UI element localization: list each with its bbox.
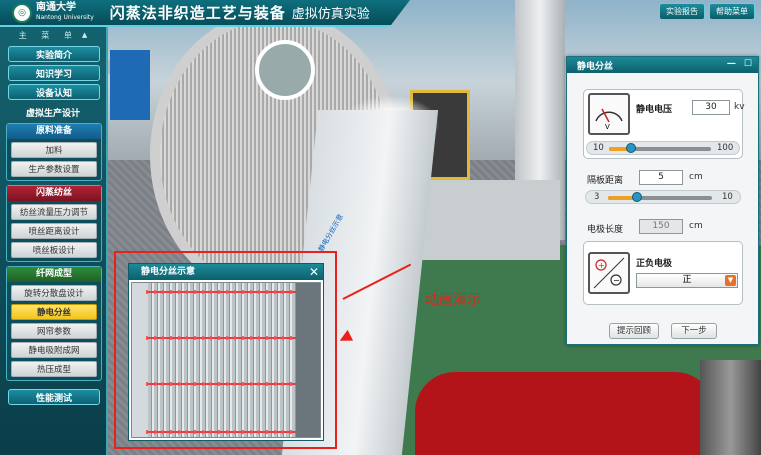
voltage-unit: kv (734, 102, 745, 112)
svg-text:+: + (598, 261, 605, 270)
menu-performance[interactable]: 性能测试 (8, 389, 100, 405)
maximize-icon[interactable]: ☐ (744, 59, 752, 69)
svg-text:V: V (605, 123, 610, 131)
voltmeter-icon: V (588, 93, 630, 135)
section-label: 虚拟生产设计 (25, 109, 80, 119)
distance-input[interactable]: 5 (639, 170, 683, 185)
group-title-spinning[interactable]: 闪蒸纺丝 (7, 186, 101, 201)
voltage-knob[interactable] (626, 143, 637, 153)
annotation-text: 动画演示 (425, 292, 481, 308)
app-title: 闪蒸法非织造工艺与装备 (109, 4, 286, 22)
university-logo-icon: ◎ (12, 2, 32, 23)
menu-equipment[interactable]: 设备认知 (8, 84, 100, 100)
electrode-label: 正负电极 (636, 259, 673, 269)
distance-min: 3 (594, 192, 600, 202)
sub-disc[interactable]: 旋转分散盘设计 (11, 285, 97, 301)
blue-machine (110, 50, 150, 120)
voltage-card: V 静电电压 30 kv 10 100 (583, 89, 745, 159)
length-label: 电极长度 (587, 225, 624, 235)
group-title-web[interactable]: 纤网成型 (7, 267, 101, 282)
voltage-label: 静电电压 (636, 105, 673, 115)
panel-header: 静电分丝 — ☐ (567, 57, 758, 73)
sidebar: 主 菜 单 ▲ 实验简介 知识学习 设备认知 虚拟生产设计 原料准备 加料 生产… (0, 27, 108, 455)
sub-adsorption[interactable]: 静电吸附成网 (11, 342, 97, 358)
university-name-cn: 南通大学 (36, 1, 76, 13)
drum-core (255, 40, 315, 100)
sub-params[interactable]: 生产参数设置 (11, 161, 97, 177)
university-name: 南通大学 Nantong University (36, 1, 94, 23)
annotation-box (114, 251, 337, 449)
distance-slider[interactable]: 3 10 (585, 190, 741, 204)
distance-label: 隔板距离 (587, 176, 624, 186)
pipe (700, 360, 761, 455)
distance-knob[interactable] (632, 192, 643, 202)
menu-header[interactable]: 主 菜 单 ▲ (0, 27, 106, 43)
sub-spin-distance[interactable]: 喷丝距离设计 (11, 223, 97, 239)
next-step-button[interactable]: 下一步 (671, 323, 717, 339)
group-spinning: 闪蒸纺丝 纺丝流量压力调节 喷丝距离设计 喷丝板设计 (6, 185, 102, 262)
electrode-select[interactable]: 正 ▼ (636, 273, 738, 288)
polarity-icon: + − (588, 252, 630, 294)
app-subtitle: 虚拟仿真实验 (291, 7, 370, 22)
electrode-card: + − 正负电极 正 ▼ (583, 241, 743, 305)
help-button[interactable]: 帮助菜单 (709, 3, 755, 20)
red-mat (415, 372, 715, 455)
sub-hotpress[interactable]: 热压成型 (11, 361, 97, 377)
menu-knowledge[interactable]: 知识学习 (8, 65, 100, 81)
voltage-min: 10 (593, 143, 604, 153)
collapse-arrow-icon[interactable]: ▲ (82, 31, 87, 39)
sub-feeding[interactable]: 加料 (11, 142, 97, 158)
panel-title: 静电分丝 (577, 61, 614, 72)
sub-electrostatic-active[interactable]: 静电分丝 (11, 304, 97, 320)
menu-intro[interactable]: 实验简介 (8, 46, 100, 62)
length-input: 150 (639, 219, 683, 234)
voltage-max: 100 (717, 143, 734, 153)
sub-curtain[interactable]: 网帘参数 (11, 323, 97, 339)
window-controls: — ☐ (727, 59, 752, 69)
distance-max: 10 (722, 192, 733, 202)
distance-unit: cm (689, 172, 703, 182)
dropdown-caret-icon[interactable]: ▼ (725, 275, 736, 286)
report-button[interactable]: 实验报告 (659, 3, 705, 20)
electrode-selected: 正 (682, 275, 692, 285)
menu-title: 主 菜 单 (18, 30, 78, 40)
group-material: 原料准备 加料 生产参数设置 (6, 123, 102, 181)
sub-spinneret[interactable]: 喷丝板设计 (11, 242, 97, 258)
top-buttons: 实验报告 帮助菜单 (659, 3, 755, 20)
title-bar: ◎ 南通大学 Nantong University 闪蒸法非织造工艺与装备 虚拟… (0, 0, 410, 27)
voltage-slider[interactable]: 10 100 (586, 141, 740, 155)
hint-review-button[interactable]: 提示回顾 (609, 323, 659, 339)
control-panel: 静电分丝 — ☐ V 静电电压 30 kv 10 100 隔板距离 5 cm 3 (566, 56, 759, 345)
group-web: 纤网成型 旋转分散盘设计 静电分丝 网帘参数 静电吸附成网 热压成型 (6, 266, 102, 381)
sub-flow-pressure[interactable]: 纺丝流量压力调节 (11, 204, 97, 220)
minimize-icon[interactable]: — (727, 59, 736, 69)
voltage-input[interactable]: 30 (692, 100, 730, 115)
group-title-material[interactable]: 原料准备 (7, 124, 101, 139)
university-name-en: Nantong University (36, 13, 94, 21)
svg-text:−: − (613, 276, 620, 285)
length-unit: cm (689, 221, 703, 231)
